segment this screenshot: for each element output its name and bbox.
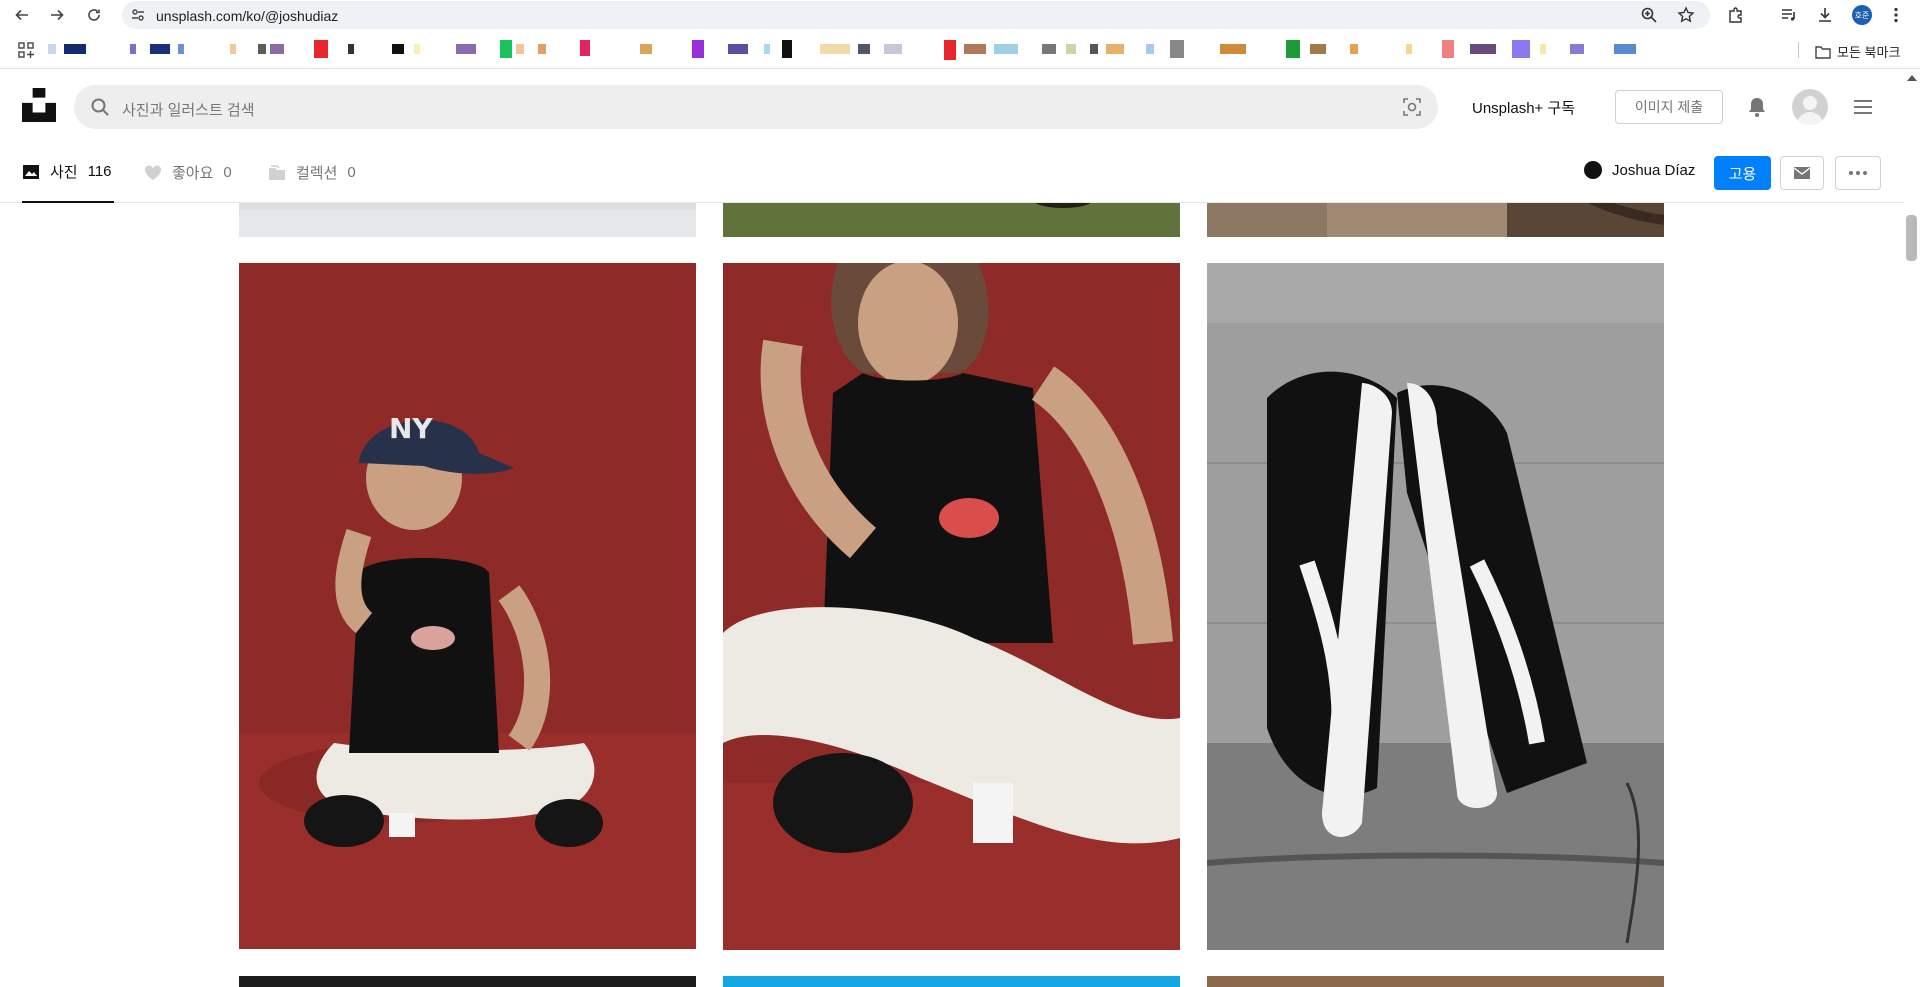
search-icon[interactable]	[90, 97, 110, 117]
tab-collections-count: 0	[347, 164, 356, 181]
kebab-menu-icon	[1894, 7, 1898, 23]
address-bar[interactable]: unsplash.com/ko/@joshudiaz	[122, 1, 1710, 29]
tab-likes[interactable]: 좋아요 0	[144, 142, 232, 203]
download-icon	[1819, 8, 1831, 22]
photographer-name: Joshua Díaz	[1612, 161, 1696, 179]
arrow-right-icon	[51, 9, 64, 21]
forward-button[interactable]	[47, 5, 67, 25]
photographer-avatar	[1584, 161, 1602, 179]
message-button[interactable]	[1780, 156, 1824, 190]
default-avatar-icon	[1796, 96, 1824, 125]
photo-tile-blue[interactable]	[723, 976, 1180, 987]
bookmark-items[interactable]	[46, 40, 1676, 60]
photo-tile-warm[interactable]	[1207, 976, 1664, 987]
ellipsis-icon	[1849, 171, 1867, 175]
bookmarks-separator	[1798, 42, 1799, 58]
folder-icon	[1815, 45, 1831, 59]
tab-photos-count: 116	[87, 163, 112, 180]
mail-icon	[1793, 167, 1811, 179]
bookmark-star-icon[interactable]	[1677, 6, 1695, 24]
notification-bell-icon[interactable]	[1746, 96, 1768, 118]
image-icon	[23, 164, 39, 179]
bookmarks-bar: 모든 북마크	[0, 34, 1920, 64]
back-button[interactable]	[12, 5, 32, 25]
browser-toolbar: unsplash.com/ko/@joshudiaz 호준	[0, 0, 1920, 30]
photo-tile-sneakers[interactable]	[1207, 263, 1664, 950]
tab-photos-label: 사진	[50, 164, 78, 181]
browser-profile-avatar[interactable]: 호준	[1852, 5, 1872, 25]
scrollbar-thumb[interactable]	[1906, 215, 1917, 261]
unsplash-plus-link[interactable]: Unsplash+ 구독	[1472, 97, 1575, 118]
page-scrollbar[interactable]	[1904, 72, 1920, 987]
heart-icon	[144, 164, 162, 180]
tab-likes-count: 0	[223, 164, 232, 181]
photographer-chip[interactable]: Joshua Díaz	[1584, 161, 1695, 179]
arrow-left-icon	[15, 9, 28, 21]
reload-icon	[88, 9, 100, 21]
zoom-icon[interactable]	[1640, 6, 1658, 24]
visual-search-icon[interactable]	[1402, 97, 1422, 117]
url-text[interactable]: unsplash.com/ko/@joshudiaz	[156, 8, 338, 24]
svg-text:NY: NY	[389, 412, 433, 445]
downloads-button[interactable]	[1815, 5, 1835, 25]
profile-tabs-bar: 사진 116 좋아요 0 컬렉션 0 Joshua Díaz 고용	[0, 142, 1904, 203]
apps-grid-icon[interactable]	[18, 42, 34, 58]
photo-tile-girl-cap[interactable]: NY	[239, 263, 696, 949]
more-actions-button[interactable]	[1835, 156, 1881, 190]
tab-likes-label: 좋아요	[172, 165, 214, 182]
photo-girl-closeup-image	[723, 263, 1180, 950]
site-header: 사진과 일러스트 검색 Unsplash+ 구독 이미지 제출	[0, 72, 1904, 142]
extensions-button[interactable]	[1726, 5, 1746, 25]
browser-menu-button[interactable]	[1886, 5, 1906, 25]
scroll-up-arrow-icon[interactable]	[1907, 75, 1917, 81]
photo-sneakers-image	[1207, 263, 1664, 950]
puzzle-icon	[1729, 7, 1742, 23]
chrome-divider	[0, 68, 1920, 69]
playlist-icon	[1782, 9, 1795, 21]
photo-tile-girl-closeup[interactable]	[723, 263, 1180, 950]
submit-image-button[interactable]: 이미지 제출	[1615, 90, 1723, 124]
unsplash-logo-icon[interactable]	[22, 88, 56, 122]
reload-button[interactable]	[84, 5, 104, 25]
search-input[interactable]: 사진과 일러스트 검색	[122, 99, 255, 120]
tab-collections-label: 컬렉션	[296, 165, 338, 182]
search-bar[interactable]: 사진과 일러스트 검색	[74, 85, 1438, 129]
photo-girl-cap-image: NY	[239, 263, 696, 949]
all-bookmarks-folder[interactable]: 모든 북마크	[1815, 42, 1900, 61]
hamburger-menu-icon[interactable]	[1852, 96, 1874, 118]
photo-tile-dark[interactable]	[239, 976, 696, 987]
site-settings-icon[interactable]	[130, 7, 146, 23]
folder-icon	[269, 164, 285, 180]
all-bookmarks-label: 모든 북마크	[1837, 45, 1901, 60]
tab-photos[interactable]: 사진 116	[22, 142, 114, 203]
media-control-button[interactable]	[1779, 5, 1799, 25]
tab-collections[interactable]: 컬렉션 0	[268, 142, 356, 203]
hire-button[interactable]: 고용	[1714, 156, 1771, 190]
user-avatar[interactable]	[1792, 89, 1828, 125]
